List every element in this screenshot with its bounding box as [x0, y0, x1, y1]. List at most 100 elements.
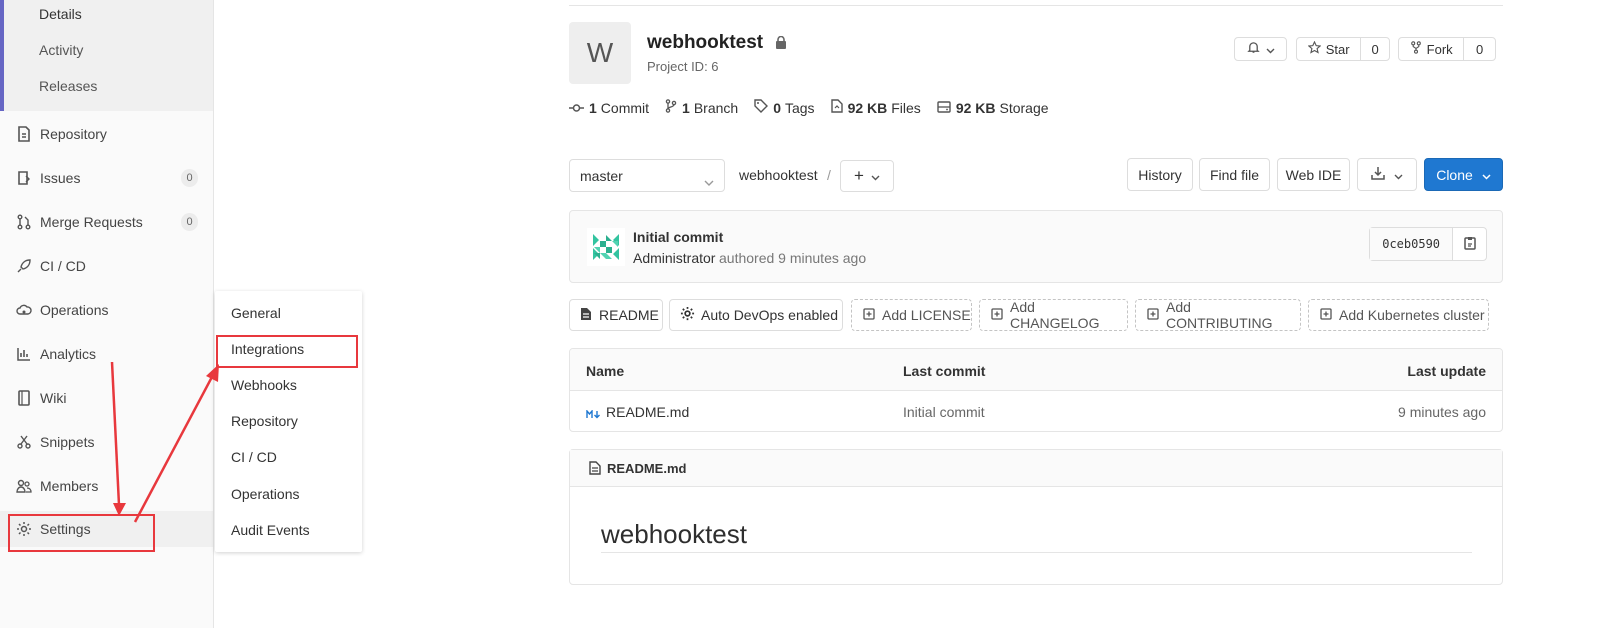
flyout-item-general[interactable]: General	[231, 305, 281, 321]
add-contributing-button[interactable]: Add CONTRIBUTING	[1135, 299, 1301, 331]
sidebar-item-snippets[interactable]: Snippets	[0, 424, 213, 460]
storage-icon	[937, 100, 956, 116]
notification-button[interactable]	[1234, 37, 1287, 61]
file-name-link[interactable]: README.md	[606, 404, 689, 420]
breadcrumb-separator: /	[827, 167, 831, 183]
sidebar-item-repository[interactable]: Repository	[0, 116, 213, 152]
star-label: Star	[1325, 41, 1350, 57]
sidebar-item-label: Operations	[40, 302, 109, 318]
add-kubernetes-button[interactable]: Add Kubernetes cluster	[1308, 299, 1489, 331]
sidebar-item-operations[interactable]: Operations	[0, 292, 213, 328]
cloud-gear-icon	[16, 302, 32, 318]
scissors-icon	[16, 434, 32, 450]
chevron-down-icon	[1266, 41, 1275, 57]
sidebar-item-issues[interactable]: Issues 0	[0, 160, 213, 196]
plus-square-icon	[1147, 307, 1159, 323]
commit-title[interactable]: Initial commit	[633, 229, 723, 245]
flyout-item-repository[interactable]: Repository	[231, 413, 298, 429]
sidebar-item-label: Snippets	[40, 434, 95, 450]
clipboard-icon	[1463, 236, 1476, 253]
fork-button-group: Fork 0	[1398, 37, 1496, 61]
stat-tags[interactable]: 0 Tags	[754, 99, 815, 116]
sidebar-item-label: Merge Requests	[40, 214, 143, 230]
download-button[interactable]	[1357, 158, 1417, 191]
commit-icon	[569, 100, 589, 116]
chart-icon	[16, 346, 32, 362]
add-kubernetes-label: Add Kubernetes cluster	[1339, 307, 1485, 323]
document-icon	[16, 126, 32, 142]
sidebar-item-members[interactable]: Members	[0, 468, 213, 504]
subnav-details[interactable]: Details	[39, 6, 82, 22]
book-icon	[16, 390, 32, 406]
commit-meta: authored 9 minutes ago	[719, 250, 867, 266]
project-id: Project ID: 6	[647, 59, 719, 74]
commit-sha-group: 0ceb0590	[1369, 227, 1487, 261]
merge-request-icon	[16, 214, 32, 230]
find-file-button[interactable]: Find file	[1199, 158, 1270, 191]
star-count[interactable]: 0	[1360, 38, 1389, 60]
stat-storage[interactable]: 92 KB Storage	[937, 99, 1049, 116]
add-new-dropdown[interactable]: +	[840, 160, 894, 192]
issues-icon	[16, 170, 32, 186]
add-license-button[interactable]: Add LICENSE	[851, 299, 972, 331]
branch-select[interactable]: master	[569, 159, 725, 192]
chevron-down-icon	[704, 173, 714, 189]
fork-label: Fork	[1426, 41, 1453, 57]
file-last-commit[interactable]: Initial commit	[903, 404, 985, 420]
commit-author[interactable]: Administrator	[633, 250, 715, 266]
tag-icon	[754, 99, 773, 116]
web-ide-button[interactable]: Web IDE	[1277, 158, 1350, 191]
fork-count[interactable]: 0	[1463, 38, 1495, 60]
sidebar-item-label: Repository	[40, 126, 107, 142]
flyout-item-operations[interactable]: Operations	[231, 486, 299, 502]
header-divider	[569, 5, 1503, 6]
table-header: Name Last commit Last update	[570, 349, 1502, 391]
annotation-box-settings	[8, 514, 155, 552]
history-button[interactable]: History	[1127, 158, 1193, 191]
flyout-item-audit-events[interactable]: Audit Events	[231, 522, 310, 538]
branch-select-value: master	[580, 167, 623, 184]
branch-icon	[665, 99, 682, 116]
plus-square-icon	[1320, 307, 1332, 323]
bell-icon	[1246, 41, 1260, 57]
sidebar-item-label: Wiki	[40, 390, 67, 406]
plus-square-icon	[863, 307, 875, 323]
sidebar-item-merge-requests[interactable]: Merge Requests 0	[0, 204, 213, 240]
auto-devops-label: Auto DevOps enabled	[701, 307, 838, 323]
column-last-update: Last update	[1407, 363, 1486, 379]
flyout-item-ci-cd[interactable]: CI / CD	[231, 449, 277, 465]
add-changelog-button[interactable]: Add CHANGELOG	[979, 299, 1128, 331]
project-stats: 1 Commit 1 Branch 0 Tags 92 KB Files 92 KB St…	[569, 99, 1065, 116]
commit-sha[interactable]: 0ceb0590	[1370, 228, 1453, 260]
stat-value: 92 KB	[847, 99, 888, 116]
readme-heading: webhooktest	[601, 519, 747, 549]
sidebar-item-wiki[interactable]: Wiki	[0, 380, 213, 416]
fork-button[interactable]: Fork	[1399, 38, 1463, 60]
sidebar-item-ci-cd[interactable]: CI / CD	[0, 248, 213, 284]
chevron-down-icon	[871, 168, 880, 184]
breadcrumb-path[interactable]: webhooktest	[739, 167, 818, 183]
project-subnav: Details Activity Releases	[0, 0, 213, 111]
add-license-label: Add LICENSE	[882, 307, 971, 323]
identicon-avatar[interactable]	[587, 228, 625, 269]
subnav-releases[interactable]: Releases	[39, 78, 97, 94]
readme-filename[interactable]: README.md	[607, 461, 686, 476]
issues-count-badge: 0	[181, 169, 198, 187]
stat-files[interactable]: 92 KB Files	[830, 99, 921, 116]
rocket-icon	[16, 258, 32, 274]
fork-icon	[1410, 41, 1422, 57]
flyout-item-webhooks[interactable]: Webhooks	[231, 377, 297, 393]
subnav-activity[interactable]: Activity	[39, 42, 83, 58]
sidebar-item-analytics[interactable]: Analytics	[0, 336, 213, 372]
annotation-box-integrations	[216, 335, 358, 368]
stat-branches[interactable]: 1 Branch	[665, 99, 738, 116]
gear-icon	[680, 306, 695, 324]
auto-devops-button[interactable]: Auto DevOps enabled	[669, 299, 843, 331]
star-button[interactable]: Star	[1297, 38, 1360, 60]
clone-button[interactable]: Clone	[1424, 158, 1503, 191]
readme-heading-rule	[601, 552, 1472, 553]
readme-button[interactable]: README	[569, 299, 663, 331]
copy-sha-button[interactable]	[1452, 228, 1486, 260]
stat-commits[interactable]: 1 Commit	[569, 99, 649, 116]
add-changelog-label: Add CHANGELOG	[1010, 299, 1100, 331]
